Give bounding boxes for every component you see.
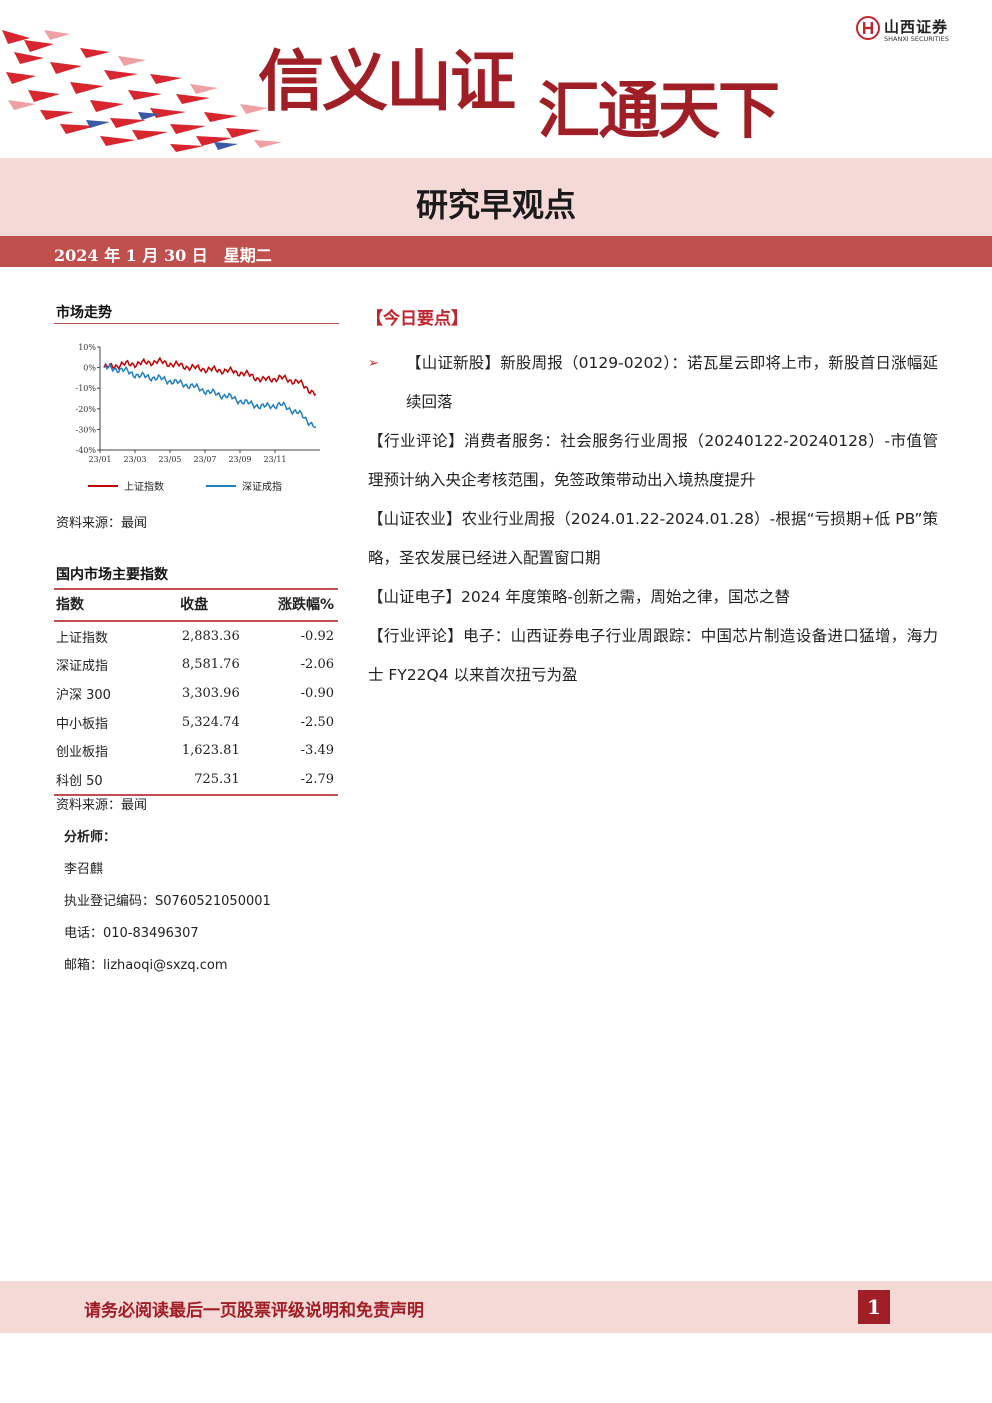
x-tick-label: 23/03 [123,455,146,464]
page-number: 1 [858,1290,890,1324]
y-tick-label: -30% [76,425,97,434]
indices-heading: 国内市场主要指数 [56,567,168,583]
analyst-phone: 电话：010-83496307 [64,926,199,941]
legend-label: 深证成指 [242,480,282,493]
title-band: 研究早观点 [0,158,992,236]
company-logo: 山西证券 SHANXI SECURITIES [856,16,976,46]
index-close: 1,623.81 [181,743,240,759]
key-point-item[interactable]: 【行业评论】消费者服务：社会服务行业周报（20240122-20240128）-… [368,422,938,500]
analyst-name: 李召麒 [64,862,104,877]
index-name: 上证指数 [56,630,109,646]
market-trend-chart: 10% 0% -10% -20% -30% -40% 23/01 23/03 23/05 23/0… [58,338,333,500]
disclaimer-notice: 请务必阅读最后一页股票评级说明和免责声明 [84,1301,424,1321]
market-trend-heading: 市场走势 [56,305,112,321]
date-band: 2024 年 1 月 30 日 星期二 [0,236,992,267]
heading-divider [54,323,339,324]
table-row: 中小板指 5,324.74 -2.50 [54,708,338,737]
key-point-item[interactable]: 【山证农业】农业行业周报（2024.01.22-2024.01.28）-根据“亏… [368,500,938,578]
table-row: 沪深 300 3,303.96 -0.90 [54,679,338,708]
key-point-text: 【山证新股】新股周报（0129-0202）：诺瓦星云即将上市，新股首日涨幅延续回… [406,354,938,411]
index-close: 2,883.36 [181,628,240,644]
slogan-part1: 信义山证 [258,43,516,120]
index-close: 5,324.74 [181,714,240,730]
key-point-item[interactable]: 【山证电子】2024 年度策略-创新之需，周始之律，国芯之替 [368,578,938,617]
key-point-item[interactable]: 【行业评论】电子：山西证券电子行业周跟踪：中国芯片制造设备进口猛增，海力士 FY… [368,617,938,695]
y-tick-label: 10% [78,343,96,352]
index-name: 中小板指 [56,716,109,732]
logo-english-name: SHANXI SECURITIES [884,35,949,43]
table-row: 科创 50 725.31 -2.79 [54,764,338,796]
x-tick-label: 23/05 [158,455,181,464]
table-row: 上证指数 2,883.36 -0.92 [54,621,338,651]
index-change: -2.79 [243,764,338,796]
key-point-text: 【山证农业】农业行业周报（2024.01.22-2024.01.28）-根据“亏… [368,510,938,567]
chart-source: 资料来源：最闻 [56,516,148,531]
index-close: 725.31 [146,764,244,796]
col-header-close: 收盘 [146,588,244,622]
index-change: -0.92 [300,628,334,644]
report-date: 2024 年 1 月 30 日 星期二 [54,246,272,265]
x-tick-label: 23/07 [193,455,216,464]
header-banner: 信义山证 汇通天下 山西证券 SHANXI SECURITIES [0,0,992,158]
index-change: -3.49 [300,743,334,759]
col-header-index: 指数 [54,588,147,622]
indices-table: 指数 收盘 涨跌幅% 上证指数 2,883.36 -0.92 深证成指 8,58… [54,588,338,796]
slogan-part2: 汇通天下 [538,74,780,147]
analyst-heading: 分析师： [64,830,117,845]
index-close: 8,581.76 [181,657,240,673]
footer-band: 请务必阅读最后一页股票评级说明和免责声明 1 [0,1281,992,1333]
analyst-email: 邮箱：lizhaoqi@sxzq.com [64,958,228,973]
index-name: 沪深 300 [56,687,111,703]
trend-chart-svg: 10% 0% -10% -20% -30% -40%23/01 23/03 23/05 23/0… [76,343,320,493]
key-point-text: 【行业评论】电子：山西证券电子行业周跟踪：中国芯片制造设备进口猛增，海力士 FY… [368,627,938,684]
key-point-item[interactable]: ➢ 【山证新股】新股周报（0129-0202）：诺瓦星云即将上市，新股首日涨幅延… [368,344,938,422]
table-source: 资料来源：最闻 [56,798,148,813]
y-tick-label: -40% [76,446,97,455]
key-points-list: ➢ 【山证新股】新股周报（0129-0202）：诺瓦星云即将上市，新股首日涨幅延… [368,344,938,695]
x-tick-label: 23/11 [263,455,286,464]
y-tick-label: -10% [76,384,97,393]
table-row: 深证成指 8,581.76 -2.06 [54,651,338,680]
red-arrows-decoration [2,30,282,152]
logo-emblem-icon [856,16,880,40]
bullet-arrow-icon: ➢ [368,356,379,371]
x-tick-label: 23/09 [228,455,251,464]
col-header-change: 涨跌幅% [243,588,338,622]
key-point-text: 【山证电子】2024 年度策略-创新之需，周始之律，国芯之替 [368,588,790,606]
index-change: -2.06 [300,657,334,673]
series-line-2 [103,363,316,429]
index-change: -0.90 [300,685,334,701]
index-name: 科创 50 [54,764,147,796]
x-tick-label: 23/01 [88,455,111,464]
y-tick-label: -20% [76,405,97,414]
legend-label: 上证指数 [124,480,164,493]
key-points-heading: 【今日要点】 [366,309,468,329]
index-name: 深证成指 [56,659,109,675]
table-row: 创业板指 1,623.81 -3.49 [54,736,338,765]
index-change: -2.50 [300,714,334,730]
page-title: 研究早观点 [415,186,576,224]
index-close: 3,303.96 [181,685,240,701]
logo-chinese-name: 山西证券 [884,18,949,36]
table-header-row: 指数 收盘 涨跌幅% [54,588,338,622]
analyst-license: 执业登记编码：S0760521050001 [64,894,271,909]
y-tick-label: 0% [83,364,96,373]
index-name: 创业板指 [56,745,109,761]
key-point-text: 【行业评论】消费者服务：社会服务行业周报（20240122-20240128）-… [368,432,938,489]
